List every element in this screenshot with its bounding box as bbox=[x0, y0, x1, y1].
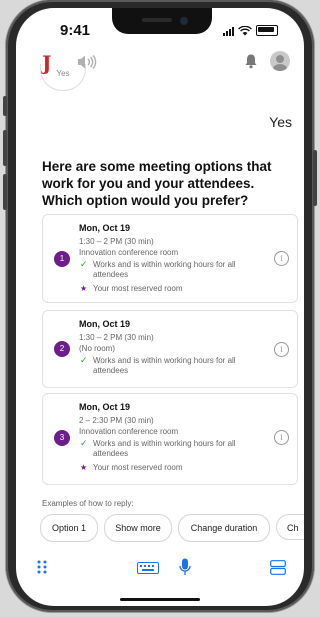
checkmark-icon: ✓ bbox=[80, 259, 88, 269]
keyboard-icon[interactable] bbox=[137, 562, 159, 574]
option-room-note: Your most reserved room bbox=[93, 463, 183, 472]
battery-icon bbox=[256, 25, 278, 36]
suggestion-chip-show-more[interactable]: Show more bbox=[104, 514, 172, 542]
option-number-badge: 3 bbox=[54, 430, 70, 446]
layout-toggle-icon[interactable] bbox=[270, 560, 286, 575]
suggestion-chip-partial[interactable]: Ch bbox=[276, 514, 304, 540]
power-button bbox=[313, 150, 317, 206]
grid-dots-icon[interactable] bbox=[37, 560, 47, 574]
meeting-option-card[interactable]: Mon, Oct 19 2 – 2:30 PM (30 min) Innovat… bbox=[42, 393, 298, 485]
option-room: Innovation conference room bbox=[79, 248, 179, 257]
status-time: 9:41 bbox=[60, 22, 91, 39]
assistant-question: Here are some meeting options that work … bbox=[42, 159, 272, 208]
status-icons bbox=[223, 25, 278, 36]
option-availability-note: Works and is within working hours for al… bbox=[93, 439, 236, 458]
meeting-option-card[interactable]: Mon, Oct 19 1:30 – 2 PM (30 min) (No roo… bbox=[42, 310, 298, 388]
home-indicator[interactable] bbox=[120, 598, 200, 601]
previous-message-bubble: Yes bbox=[40, 64, 86, 91]
option-room: (No room) bbox=[79, 344, 116, 353]
checkmark-icon: ✓ bbox=[80, 438, 88, 448]
star-icon: ★ bbox=[80, 284, 88, 293]
volume-down-button bbox=[3, 174, 7, 210]
user-reply-message: Yes bbox=[269, 114, 292, 130]
option-availability-note: Works and is within working hours for al… bbox=[93, 260, 236, 279]
option-number-badge: 2 bbox=[54, 341, 70, 357]
meeting-option-card[interactable]: Mon, Oct 19 1:30 – 2 PM (30 min) Innovat… bbox=[42, 214, 298, 303]
info-icon[interactable]: i bbox=[274, 342, 289, 357]
reply-suggestion-chips: Option 1 Show more Change duration Ch bbox=[40, 514, 304, 542]
mute-switch bbox=[3, 96, 7, 116]
option-time: 1:30 – 2 PM (30 min) bbox=[79, 333, 154, 342]
signal-icon bbox=[223, 27, 234, 36]
info-icon[interactable]: i bbox=[274, 430, 289, 445]
avatar[interactable] bbox=[270, 51, 290, 71]
phone-screen: 9:41 J Yes Yes Here are some meeting opt… bbox=[16, 8, 304, 606]
bell-icon[interactable] bbox=[244, 53, 258, 69]
wifi-icon bbox=[238, 26, 252, 36]
option-availability-note: Works and is within working hours for al… bbox=[93, 356, 236, 375]
option-time: 2 – 2:30 PM (30 min) bbox=[79, 416, 154, 425]
option-number-badge: 1 bbox=[54, 251, 70, 267]
examples-label: Examples of how to reply: bbox=[42, 499, 134, 508]
star-icon: ★ bbox=[80, 463, 88, 472]
notch bbox=[112, 8, 212, 34]
checkmark-icon: ✓ bbox=[80, 355, 88, 365]
bottom-bar bbox=[16, 554, 304, 584]
front-camera bbox=[180, 17, 188, 25]
option-time: 1:30 – 2 PM (30 min) bbox=[79, 237, 154, 246]
volume-up-button bbox=[3, 130, 7, 166]
suggestion-chip-change-duration[interactable]: Change duration bbox=[178, 514, 270, 542]
option-date: Mon, Oct 19 bbox=[79, 223, 131, 233]
microphone-icon[interactable] bbox=[179, 558, 191, 576]
earpiece bbox=[142, 18, 172, 22]
option-date: Mon, Oct 19 bbox=[79, 319, 131, 329]
option-room: Innovation conference room bbox=[79, 427, 179, 436]
option-date: Mon, Oct 19 bbox=[79, 402, 131, 412]
info-icon[interactable]: i bbox=[274, 251, 289, 266]
suggestion-chip-option-1[interactable]: Option 1 bbox=[40, 514, 98, 542]
option-room-note: Your most reserved room bbox=[93, 284, 183, 293]
